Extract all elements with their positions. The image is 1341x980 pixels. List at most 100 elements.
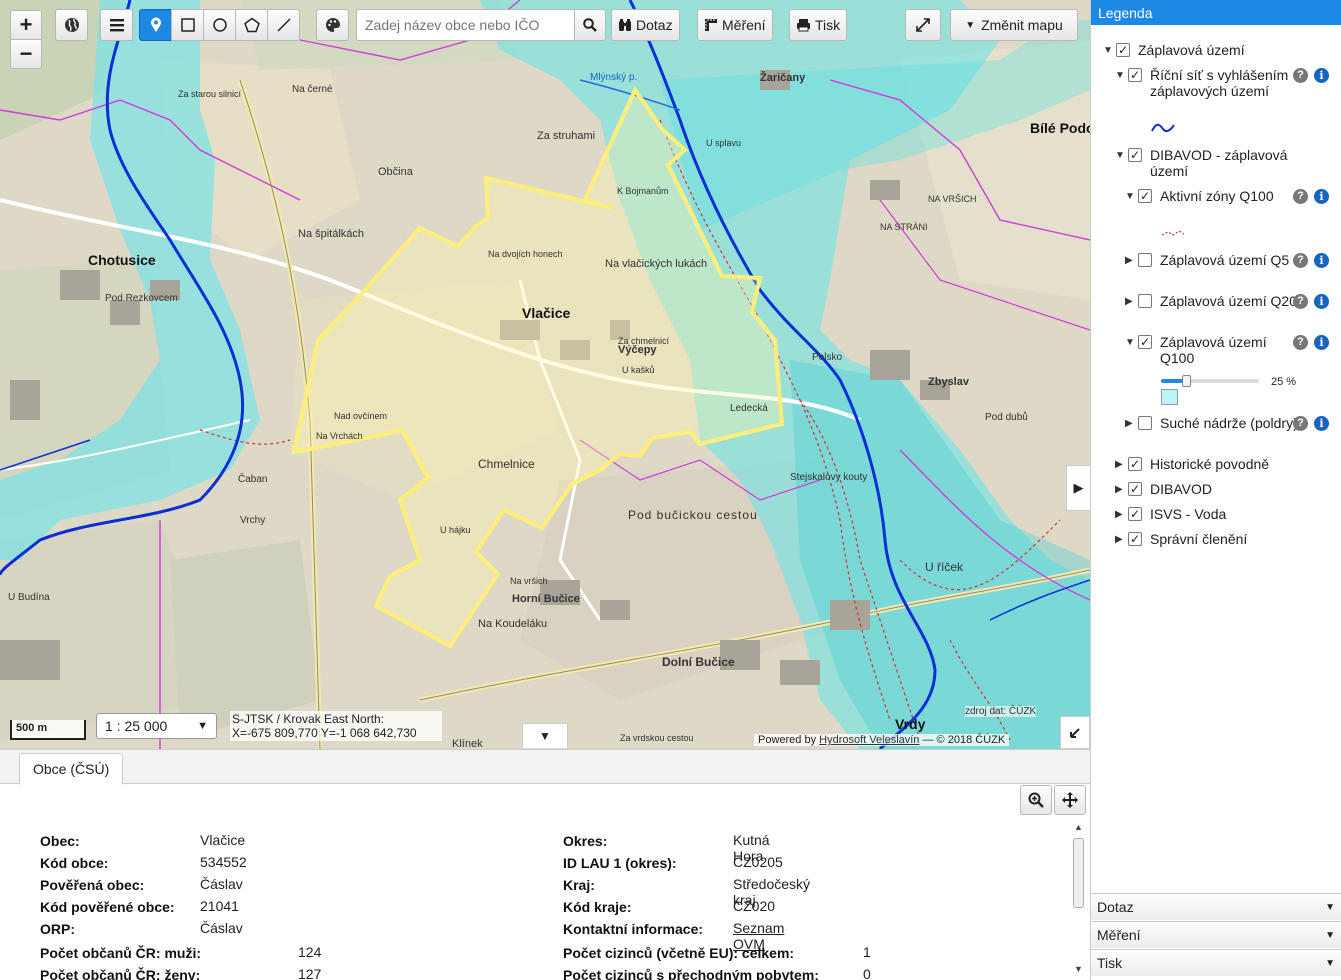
help-icon[interactable]: ? bbox=[1293, 68, 1308, 83]
caret-down-icon[interactable]: ▼ bbox=[1115, 70, 1125, 81]
panel-scrollbar[interactable]: ▲ ▼ bbox=[1070, 820, 1088, 980]
info-colon: : bbox=[70, 921, 76, 937]
info-icon[interactable]: i bbox=[1314, 68, 1329, 83]
tisk-button[interactable]: Tisk bbox=[789, 9, 848, 41]
layer-checkbox[interactable]: ✓ bbox=[1116, 43, 1130, 57]
scroll-up-icon[interactable]: ▲ bbox=[1074, 822, 1083, 832]
rectangle-tool-button[interactable] bbox=[171, 9, 204, 41]
layer-checkbox[interactable]: ✓ bbox=[1128, 507, 1142, 521]
search-button[interactable] bbox=[574, 9, 606, 41]
layer-label[interactable]: Správní členění bbox=[1150, 531, 1328, 547]
dotaz-button[interactable]: Dotaz bbox=[611, 9, 680, 41]
info-icon[interactable]: i bbox=[1314, 335, 1329, 350]
accordion-mereni[interactable]: Měření ▼ bbox=[1091, 921, 1341, 948]
opacity-slider[interactable] bbox=[1161, 375, 1259, 387]
attribution: Powered by Hydrosoft Veleslavín — © 2018… bbox=[754, 734, 1010, 746]
caret-right-icon[interactable]: ▶ bbox=[1115, 459, 1123, 470]
expand-legend-button[interactable]: ▶ bbox=[1066, 465, 1090, 511]
zoom-magnifier-icon bbox=[1028, 792, 1044, 808]
layer-checkbox[interactable]: ✓ bbox=[1128, 148, 1142, 162]
zoom-in-button[interactable]: + bbox=[10, 10, 42, 40]
help-icon[interactable]: ? bbox=[1293, 189, 1308, 204]
info-key: Pověřená obec bbox=[40, 877, 140, 893]
layer-label[interactable]: Historické povodně bbox=[1150, 456, 1328, 472]
collapse-panel-button[interactable]: ▼ bbox=[522, 723, 568, 748]
caret-down-icon[interactable]: ▼ bbox=[1125, 337, 1135, 348]
tab-obce-csu[interactable]: Obce (ČSÚ) bbox=[19, 753, 124, 785]
help-icon[interactable]: ? bbox=[1293, 294, 1308, 309]
layer-checkbox[interactable]: ✓ bbox=[1138, 189, 1152, 203]
info-key: Okres bbox=[563, 833, 603, 849]
fullscreen-tool bbox=[905, 8, 941, 42]
layer-checkbox[interactable]: ✓ bbox=[1128, 532, 1142, 546]
layer-label[interactable]: Suché nádrže (poldry) bbox=[1160, 415, 1300, 431]
layer-label[interactable]: DIBAVOD bbox=[1150, 481, 1328, 497]
caret-right-icon[interactable]: ▶ bbox=[1115, 534, 1123, 545]
search-icon bbox=[583, 18, 597, 32]
caret-down-icon[interactable]: ▼ bbox=[1103, 45, 1113, 56]
caret-down-icon[interactable]: ▼ bbox=[1115, 150, 1125, 161]
help-icon[interactable]: ? bbox=[1293, 335, 1308, 350]
layer-label[interactable]: Záplavová území Q100 bbox=[1160, 334, 1300, 366]
layer-label[interactable]: Záplavová území bbox=[1138, 42, 1328, 58]
scale-select[interactable]: 1 : 25 000 ▼ bbox=[96, 713, 217, 739]
caret-right-icon[interactable]: ▶ bbox=[1125, 296, 1133, 307]
layer-label[interactable]: Záplavová území Q5 bbox=[1160, 252, 1300, 268]
accordion-mereni-label: Měření bbox=[1097, 927, 1141, 943]
help-icon[interactable]: ? bbox=[1293, 253, 1308, 268]
caret-right-icon[interactable]: ▶ bbox=[1115, 509, 1123, 520]
palette-button[interactable] bbox=[316, 9, 349, 41]
map-canvas[interactable]: Chotusice Vlačice Výčepy Zbyslav Horní B… bbox=[0, 0, 1090, 749]
panel-tools bbox=[1020, 785, 1086, 815]
mereni-button[interactable]: Měření bbox=[697, 9, 773, 41]
pan-to-feature-button[interactable] bbox=[1054, 785, 1086, 815]
help-icon[interactable]: ? bbox=[1293, 416, 1308, 431]
layer-checkbox[interactable]: ✓ bbox=[1128, 68, 1142, 82]
layer-label[interactable]: DIBAVOD - záplavová území bbox=[1150, 147, 1328, 179]
circle-tool-button[interactable] bbox=[203, 9, 236, 41]
globe-button[interactable] bbox=[55, 9, 88, 41]
accordion-dotaz-label: Dotaz bbox=[1097, 899, 1134, 915]
info-value: 0 bbox=[863, 966, 871, 980]
info-icon[interactable]: i bbox=[1314, 416, 1329, 431]
map-label-obcina: Občina bbox=[378, 166, 413, 178]
info-row: Kraj: Středočeský kraj bbox=[563, 874, 810, 908]
scroll-down-icon[interactable]: ▼ bbox=[1074, 964, 1083, 974]
change-map-button[interactable]: ▼ Změnit mapu bbox=[950, 9, 1078, 41]
info-icon[interactable]: i bbox=[1314, 189, 1329, 204]
map-pin-icon bbox=[150, 17, 161, 32]
layer-label[interactable]: Aktivní zóny Q100 bbox=[1160, 188, 1300, 204]
zoom-control: + − bbox=[10, 10, 42, 69]
info-colon: : bbox=[789, 945, 795, 961]
zoom-out-button[interactable]: − bbox=[10, 39, 42, 69]
search-input[interactable] bbox=[356, 9, 574, 41]
info-icon[interactable]: i bbox=[1314, 253, 1329, 268]
scroll-thumb[interactable] bbox=[1073, 838, 1084, 908]
powered-link[interactable]: Hydrosoft Veleslavín bbox=[819, 734, 919, 746]
accordion-tisk[interactable]: Tisk ▼ bbox=[1091, 949, 1341, 976]
menu-button[interactable] bbox=[100, 9, 133, 41]
info-row: Kód pověřené obce: 21041 bbox=[40, 896, 239, 918]
layer-checkbox[interactable] bbox=[1138, 253, 1152, 267]
fullscreen-button[interactable] bbox=[905, 9, 941, 41]
layer-checkbox[interactable]: ✓ bbox=[1138, 335, 1152, 349]
layer-label[interactable]: ISVS - Voda bbox=[1150, 506, 1328, 522]
caret-down-icon[interactable]: ▼ bbox=[1125, 191, 1135, 202]
caret-right-icon[interactable]: ▶ bbox=[1125, 255, 1133, 266]
layer-checkbox[interactable] bbox=[1138, 416, 1152, 430]
line-tool-button[interactable] bbox=[267, 9, 300, 41]
caret-right-icon[interactable]: ▶ bbox=[1125, 418, 1133, 429]
overview-map-button[interactable] bbox=[1060, 716, 1090, 749]
polygon-tool-button[interactable] bbox=[235, 9, 268, 41]
layer-checkbox[interactable] bbox=[1138, 294, 1152, 308]
layer-label[interactable]: Říční síť s vyhlášením záplavových území bbox=[1150, 67, 1300, 99]
caret-right-icon[interactable]: ▶ bbox=[1115, 484, 1123, 495]
layer-checkbox[interactable]: ✓ bbox=[1128, 457, 1142, 471]
info-icon[interactable]: i bbox=[1314, 294, 1329, 309]
accordion-dotaz[interactable]: Dotaz ▼ bbox=[1091, 893, 1341, 920]
opacity-slider-handle[interactable] bbox=[1181, 375, 1191, 387]
layer-label[interactable]: Záplavová území Q20 bbox=[1160, 293, 1300, 309]
point-tool-button[interactable] bbox=[139, 9, 172, 41]
layer-checkbox[interactable]: ✓ bbox=[1128, 482, 1142, 496]
zoom-to-feature-button[interactable] bbox=[1020, 785, 1052, 815]
